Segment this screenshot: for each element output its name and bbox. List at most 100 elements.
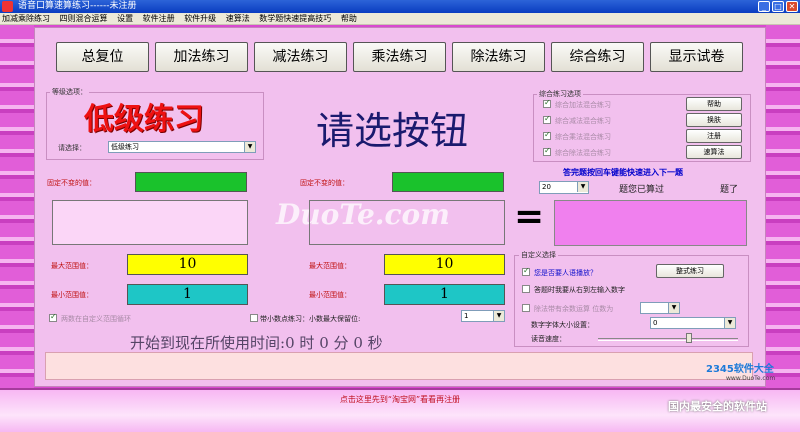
combo-div-label: 综合除法混合练习 <box>555 149 611 157</box>
random-range-checkbox[interactable] <box>49 312 57 322</box>
answer-input[interactable] <box>554 200 747 246</box>
remainder-label: 除法带有余数运算 位数为 <box>534 305 614 313</box>
app-icon <box>2 1 13 12</box>
help-button[interactable]: 帮助 <box>686 97 742 111</box>
combo-mul-checkbox[interactable] <box>543 130 551 140</box>
timer-hours-unit: 时 <box>299 334 315 352</box>
chevron-down-icon[interactable]: ▼ <box>724 318 735 328</box>
right-fixed-field[interactable] <box>392 172 504 192</box>
custom-group-label: 自定义选择 <box>519 250 558 260</box>
brand-slogan: 国内最安全的软件站 <box>668 400 767 413</box>
subtraction-button[interactable]: 减法练习 <box>254 42 347 72</box>
menu-item-help[interactable]: 帮助 <box>341 14 357 23</box>
right-operand-display <box>309 200 505 245</box>
random-range-label: 两数在自定义范围循环 <box>61 315 131 323</box>
combo-add-label: 综合加法混合练习 <box>555 101 611 109</box>
reset-all-button[interactable]: 总复位 <box>56 42 149 72</box>
left-fixed-label: 固定不变的值： <box>47 179 96 187</box>
title-bar: 语音口算速算练习------未注册 <box>0 0 800 13</box>
decimal-checkbox[interactable] <box>250 314 258 322</box>
left-operand-display <box>52 200 248 245</box>
timer-seconds: 0 <box>353 334 363 352</box>
font-size-value: 0 <box>653 319 658 327</box>
remainder-select[interactable]: ▼ <box>640 302 680 314</box>
right-max-field[interactable]: 10 <box>384 254 505 275</box>
close-button[interactable]: ✕ <box>786 1 798 12</box>
menu-item-settings[interactable]: 设置 <box>117 14 133 23</box>
font-size-label: 数字字体大小设置： <box>531 321 594 329</box>
brand-url: www.DuoTe.com <box>726 375 776 382</box>
menu-item-mixed[interactable]: 四则混合运算 <box>60 14 108 23</box>
voice-label: 您是否要人语播放？ <box>534 269 597 277</box>
expression-practice-button[interactable]: 整式练习 <box>656 264 724 278</box>
menu-item-quickcalc[interactable]: 速算法 <box>226 14 250 23</box>
level-select-label: 请选择： <box>58 144 86 152</box>
right-min-label: 最小范围值： <box>309 291 351 299</box>
quickcalc-button[interactable]: 速算法 <box>686 145 742 159</box>
left-min-label: 最小范围值： <box>51 291 93 299</box>
chevron-down-icon[interactable]: ▼ <box>577 182 588 192</box>
multiplication-button[interactable]: 乘法练习 <box>353 42 446 72</box>
level-select-value: 低级练习 <box>111 143 139 151</box>
prompt-text: 请选按钮 <box>316 109 469 153</box>
timer-seconds-unit: 秒 <box>367 334 383 352</box>
speed-slider[interactable] <box>598 338 738 341</box>
left-max-field[interactable]: 10 <box>127 254 248 275</box>
answered-unit: 题了 <box>720 185 739 195</box>
enter-hint: 答完题按回车键能快速进入下一题 <box>563 168 683 177</box>
remainder-checkbox[interactable] <box>522 304 530 312</box>
minimize-button[interactable]: _ <box>758 1 770 12</box>
question-count-value: 20 <box>542 183 551 191</box>
level-select[interactable]: 低级练习 ▼ <box>108 141 256 153</box>
combo-div-checkbox[interactable] <box>543 146 551 156</box>
equals-sign: = <box>514 196 545 237</box>
register-button[interactable]: 注册 <box>686 129 742 143</box>
combo-add-checkbox[interactable] <box>543 98 551 108</box>
speed-label: 读音速度： <box>531 335 566 343</box>
decimal-label: 带小数点练习：小数最大保留位: <box>260 315 361 323</box>
decimal-select-value: 1 <box>464 312 469 320</box>
skin-button[interactable]: 换肤 <box>686 113 742 127</box>
combined-practice-button[interactable]: 综合练习 <box>551 42 644 72</box>
left-max-label: 最大范围值： <box>51 262 93 270</box>
decimal-select[interactable]: 1 ▼ <box>461 310 505 322</box>
right-fixed-label: 固定不变的值： <box>300 179 349 187</box>
chevron-down-icon[interactable]: ▼ <box>244 142 255 152</box>
chevron-down-icon[interactable]: ▼ <box>493 311 504 321</box>
left-min-field[interactable]: 1 <box>127 284 248 305</box>
chevron-down-icon[interactable]: ▼ <box>668 303 679 313</box>
maximize-button[interactable]: □ <box>772 1 784 12</box>
font-size-select[interactable]: 0 ▼ <box>650 317 736 329</box>
right-max-label: 最大范围值： <box>309 262 351 270</box>
combo-sub-label: 综合减法混合练习 <box>555 117 611 125</box>
left-decor-border <box>0 25 34 390</box>
timer-minutes: 0 <box>319 334 329 352</box>
menu-item-upgrade[interactable]: 软件升级 <box>184 14 216 23</box>
menu-item-arith[interactable]: 加减乘除练习 <box>2 14 50 23</box>
rtl-label: 答题时我要从右到左输入数字 <box>534 286 625 294</box>
timer-minutes-unit: 分 <box>333 334 349 352</box>
status-strip <box>45 352 753 380</box>
right-min-field[interactable]: 1 <box>384 284 505 305</box>
voice-checkbox[interactable] <box>522 266 530 276</box>
division-button[interactable]: 除法练习 <box>452 42 545 72</box>
question-count-select[interactable]: 20 ▼ <box>539 181 589 194</box>
brand-name: 2345软件大全 <box>706 364 774 375</box>
window-title: 语音口算速算练习------未注册 <box>18 1 137 11</box>
right-decor-border <box>766 25 800 390</box>
menu-item-register[interactable]: 软件注册 <box>143 14 175 23</box>
show-paper-button[interactable]: 显示试卷 <box>650 42 743 72</box>
menu-bar: 加减乘除练习 四则混合运算 设置 软件注册 软件升级 速算法 数学题快速提高技巧… <box>0 13 800 25</box>
speed-slider-thumb[interactable] <box>686 333 692 343</box>
rtl-checkbox[interactable] <box>522 285 530 293</box>
left-fixed-field[interactable] <box>135 172 247 192</box>
combo-sub-checkbox[interactable] <box>543 114 551 124</box>
combo-mul-label: 综合乘法混合练习 <box>555 133 611 141</box>
answered-text: 题您已算过 <box>619 185 665 195</box>
menu-item-tips[interactable]: 数学题快速提高技巧 <box>259 14 331 23</box>
timer-prefix: 开始到现在所使用时间: <box>130 334 286 352</box>
timer-hours: 0 <box>285 334 295 352</box>
timer-display: 开始到现在所使用时间:0 时 0 分 0 秒 <box>130 332 383 353</box>
addition-button[interactable]: 加法练习 <box>155 42 248 72</box>
level-banner: 低级练习 <box>84 102 204 137</box>
